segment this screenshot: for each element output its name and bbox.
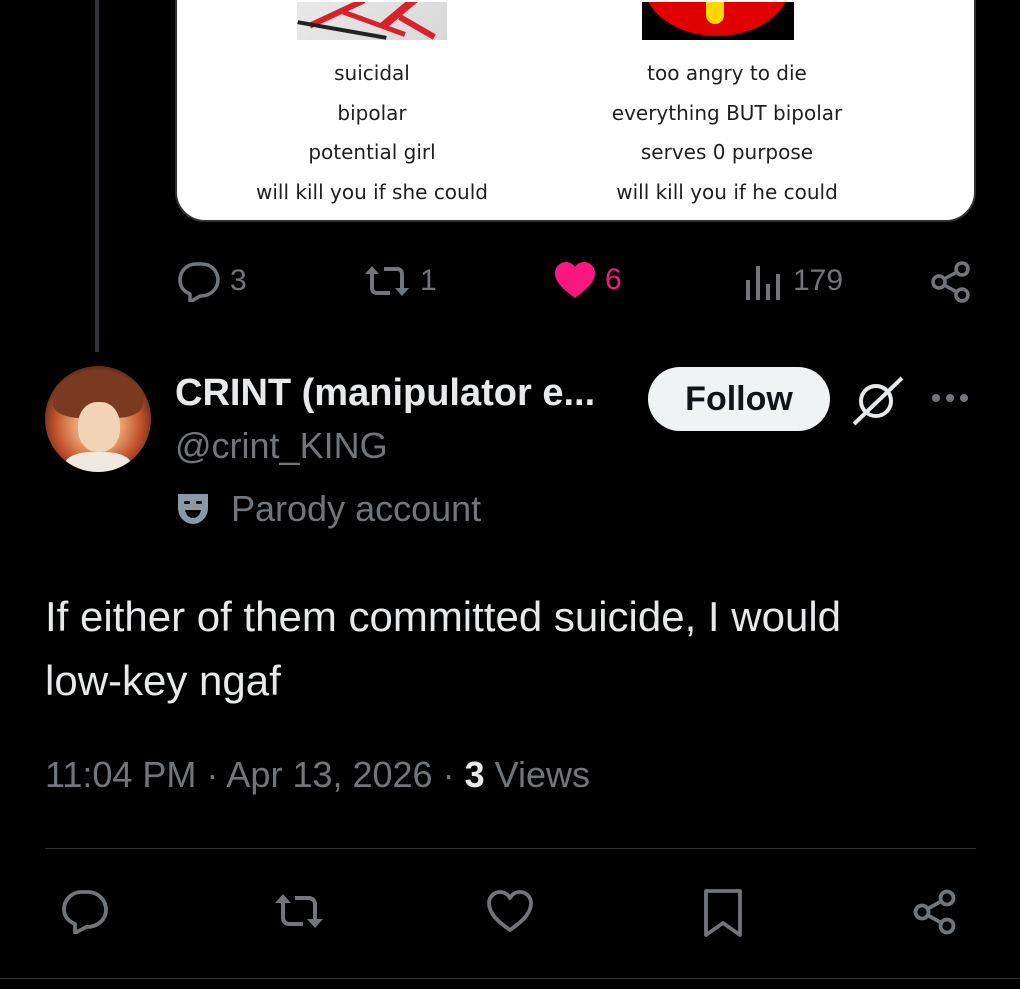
left-caption-line: suicidal [334, 61, 410, 85]
tweet-text: If either of them committed suicide, I w… [45, 585, 985, 713]
avatar[interactable] [45, 366, 151, 472]
like-count: 6 [605, 263, 622, 296]
share-icon [931, 261, 970, 303]
tweet-text-line: If either of them committed suicide, I w… [45, 593, 842, 640]
reply-button[interactable] [60, 888, 110, 934]
parody-label-text: Parody account [231, 488, 482, 529]
like-button[interactable]: 6 [553, 260, 622, 300]
tweet-timestamp[interactable]: 11:04 PM · Apr 13, 2026 · [45, 754, 465, 795]
reply-count: 3 [230, 264, 247, 297]
views-button[interactable]: 179 [745, 260, 843, 302]
left-caption-line: potential girl [308, 140, 436, 164]
left-character-image [297, 2, 447, 40]
views-label: Views [484, 754, 590, 795]
repost-icon [275, 894, 323, 928]
display-name[interactable]: CRINT (manipulator e... [175, 372, 595, 415]
right-caption-line: will kill you if he could [616, 179, 838, 204]
repost-icon [365, 266, 409, 296]
bookmark-icon [704, 889, 742, 937]
left-caption-line: will kill you if she could [256, 179, 488, 204]
left-caption-list: suicidal bipolar potential girl will kil… [192, 54, 552, 212]
parody-mask-icon [178, 494, 208, 524]
right-caption-line: serves 0 purpose [640, 140, 814, 164]
divider [0, 978, 1020, 979]
right-character-image [642, 2, 794, 40]
tweet-meta: 11:04 PM · Apr 13, 2026 · 3 Views [45, 754, 590, 796]
right-caption-line: everything BUT bipolar [611, 100, 843, 125]
like-icon [555, 262, 595, 298]
right-caption-line: too angry to die [647, 61, 807, 85]
share-button[interactable] [930, 260, 972, 304]
views-icon [746, 266, 780, 300]
repost-count: 1 [420, 264, 437, 297]
user-handle[interactable]: @crint_KING [175, 425, 388, 467]
tweet-text-line: low-key ngaf [45, 657, 281, 704]
bookmark-button[interactable] [702, 888, 744, 938]
like-button[interactable] [485, 888, 535, 934]
like-icon [487, 890, 533, 932]
parent-action-bar: 3 1 6 179 [0, 250, 1020, 310]
reply-icon [62, 890, 108, 934]
divider [45, 848, 976, 849]
right-caption-list: too angry to die everything BUT bipolar … [547, 54, 907, 212]
parody-label: Parody account [175, 488, 481, 530]
repost-button[interactable] [272, 888, 326, 934]
more-icon[interactable] [930, 391, 970, 410]
views-count: 179 [793, 264, 844, 297]
repost-button[interactable]: 1 [362, 260, 437, 302]
reply-button[interactable]: 3 [176, 260, 247, 302]
grok-icon[interactable] [850, 376, 906, 431]
embedded-image-card[interactable]: suicidal bipolar potential girl will kil… [175, 0, 976, 222]
share-button[interactable] [912, 888, 958, 936]
left-caption-line: bipolar [337, 100, 407, 125]
reply-icon [178, 262, 220, 302]
views-total[interactable]: 3 [465, 754, 485, 795]
follow-button[interactable]: Follow [648, 367, 830, 431]
share-icon [913, 889, 956, 935]
